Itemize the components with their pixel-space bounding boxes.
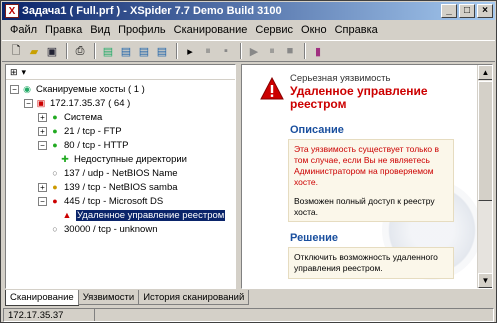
collapse-icon[interactable]: −: [10, 84, 19, 94]
status-bar: 172.17.35.37: [3, 308, 494, 322]
window-title: Задача1 ( Full.prf ) - XSpider 7.7 Demo …: [22, 5, 282, 17]
dropdown-arrow-icon[interactable]: ▾: [22, 67, 27, 78]
book-icon[interactable]: ▮: [310, 43, 326, 59]
print-icon[interactable]: ⎙: [72, 43, 88, 59]
minimize-button[interactable]: _: [441, 4, 457, 18]
tree-item-netbios-samba[interactable]: + ● 139 / tcp - NetBIOS samba: [38, 180, 178, 194]
expand-all-icon[interactable]: ⊞: [10, 67, 18, 78]
menu-scan[interactable]: Сканирование: [170, 24, 252, 36]
tree-item-system[interactable]: + ● Система: [38, 110, 102, 124]
red-dot-icon: ●: [52, 196, 58, 206]
host-tree-panel: ⊞ ▾ − ◉ Сканируемые хосты ( 1 ) − ▣ 172.…: [5, 64, 236, 289]
menu-window[interactable]: Окно: [297, 24, 331, 36]
tab-scan-history[interactable]: История сканирований: [138, 290, 250, 305]
menu-file[interactable]: Файл: [6, 24, 41, 36]
play-icon[interactable]: ▶: [246, 43, 262, 59]
pause-icon[interactable]: ⏸: [264, 43, 280, 59]
menu-bar: Файл Правка Вид Профиль Сканирование Сер…: [2, 21, 495, 39]
tree-item-unknown[interactable]: ○ 30000 / tcp - unknown: [50, 222, 157, 236]
description-text-2: Возможен полный доступ к реестру хоста.: [294, 196, 435, 217]
description-header: Описание: [290, 124, 344, 136]
severity-label: Серьезная уязвимость: [290, 73, 391, 84]
menu-view[interactable]: Вид: [86, 24, 114, 36]
green-dot-icon: ●: [52, 126, 58, 136]
pause-scan-icon[interactable]: ⏸: [200, 43, 216, 59]
details-panel: Серьезная уязвимость Удаленное управлени…: [241, 64, 493, 289]
description-box: Эта уязвимость существует только в том с…: [288, 139, 454, 222]
solution-header: Решение: [290, 232, 338, 244]
collapse-icon[interactable]: −: [38, 196, 47, 206]
collapse-icon[interactable]: −: [38, 140, 47, 150]
network-icon: ◉: [23, 83, 31, 94]
maximize-button[interactable]: □: [459, 4, 475, 18]
vertical-scrollbar[interactable]: ▲ ▼: [477, 65, 492, 288]
menu-service[interactable]: Сервис: [251, 24, 297, 36]
start-scan-icon[interactable]: ▸: [182, 43, 198, 59]
green-dot-icon: ●: [52, 140, 58, 150]
edit-host-icon[interactable]: ▤: [136, 43, 152, 59]
vuln-icon: ▲: [62, 210, 72, 220]
host-alert-icon: ▣: [36, 97, 46, 108]
tree-host[interactable]: − ▣ 172.17.35.37 ( 64 ): [24, 96, 130, 110]
white-dot-icon: ○: [52, 224, 58, 234]
menu-profile[interactable]: Профиль: [114, 24, 170, 36]
remove-host-icon[interactable]: ▤: [154, 43, 170, 59]
app-icon: X: [5, 4, 19, 18]
menu-help[interactable]: Справка: [331, 24, 382, 36]
tree-item-ftp[interactable]: + ● 21 / tcp - FTP: [38, 124, 122, 138]
tree-item-registry-vuln[interactable]: ▲ Удаленное управление реестром: [62, 208, 226, 222]
bottom-tabs: Сканирование Уязвимости История сканиров…: [5, 290, 250, 306]
warning-icon: [260, 77, 284, 100]
tree-item-netbios-name[interactable]: ○ 137 / udp - NetBIOS Name: [50, 166, 177, 180]
save-icon[interactable]: ▣: [44, 43, 60, 59]
title-bar[interactable]: X Задача1 ( Full.prf ) - XSpider 7.7 Dem…: [2, 2, 495, 20]
expand-icon[interactable]: +: [38, 112, 47, 122]
open-folder-icon[interactable]: ▰: [26, 43, 42, 59]
green-plus-icon: ✚: [61, 153, 69, 164]
scroll-down-icon[interactable]: ▼: [478, 273, 492, 288]
vulnerability-title: Удаленное управление реестром: [290, 84, 428, 111]
add-host-icon[interactable]: ▤: [118, 43, 134, 59]
expand-icon[interactable]: +: [38, 182, 47, 192]
white-dot-icon: ○: [52, 168, 58, 178]
tree-item-http[interactable]: − ● 80 / tcp - HTTP: [38, 138, 128, 152]
tree-item-dirs[interactable]: ✚ Недоступные директории: [60, 152, 187, 166]
stop-scan-icon[interactable]: ▪: [218, 43, 234, 59]
status-host: 172.17.35.37: [8, 309, 64, 321]
tree-root[interactable]: − ◉ Сканируемые хосты ( 1 ): [10, 82, 145, 96]
tree-item-microsoft-ds[interactable]: − ● 445 / tcp - Microsoft DS: [38, 194, 163, 208]
collapse-icon[interactable]: −: [24, 98, 33, 108]
scroll-thumb[interactable]: [478, 81, 492, 201]
expand-icon[interactable]: +: [38, 126, 47, 136]
app-window: X Задача1 ( Full.prf ) - XSpider 7.7 Dem…: [0, 0, 497, 323]
close-button[interactable]: ×: [477, 4, 493, 18]
solution-box: Отключить возможность удаленного управле…: [288, 247, 454, 279]
description-text: Эта уязвимость существует только в том с…: [294, 144, 440, 187]
solution-text: Отключить возможность удаленного управле…: [294, 252, 438, 273]
yellow-dot-icon: ●: [52, 182, 58, 192]
stop-icon[interactable]: ■: [282, 43, 298, 59]
tab-vulnerabilities[interactable]: Уязвимости: [77, 290, 140, 305]
menu-edit[interactable]: Правка: [41, 24, 86, 36]
new-file-icon[interactable]: 🗋: [8, 43, 24, 59]
host-icon[interactable]: ▤: [100, 43, 116, 59]
scroll-up-icon[interactable]: ▲: [478, 65, 492, 80]
tab-scanning[interactable]: Сканирование: [5, 290, 79, 306]
green-dot-icon: ●: [52, 112, 58, 122]
toolbar: 🗋 ▰ ▣ ⎙ ▤ ▤ ▤ ▤ ▸ ⏸ ▪ ▶ ⏸ ■ ▮: [2, 40, 495, 62]
